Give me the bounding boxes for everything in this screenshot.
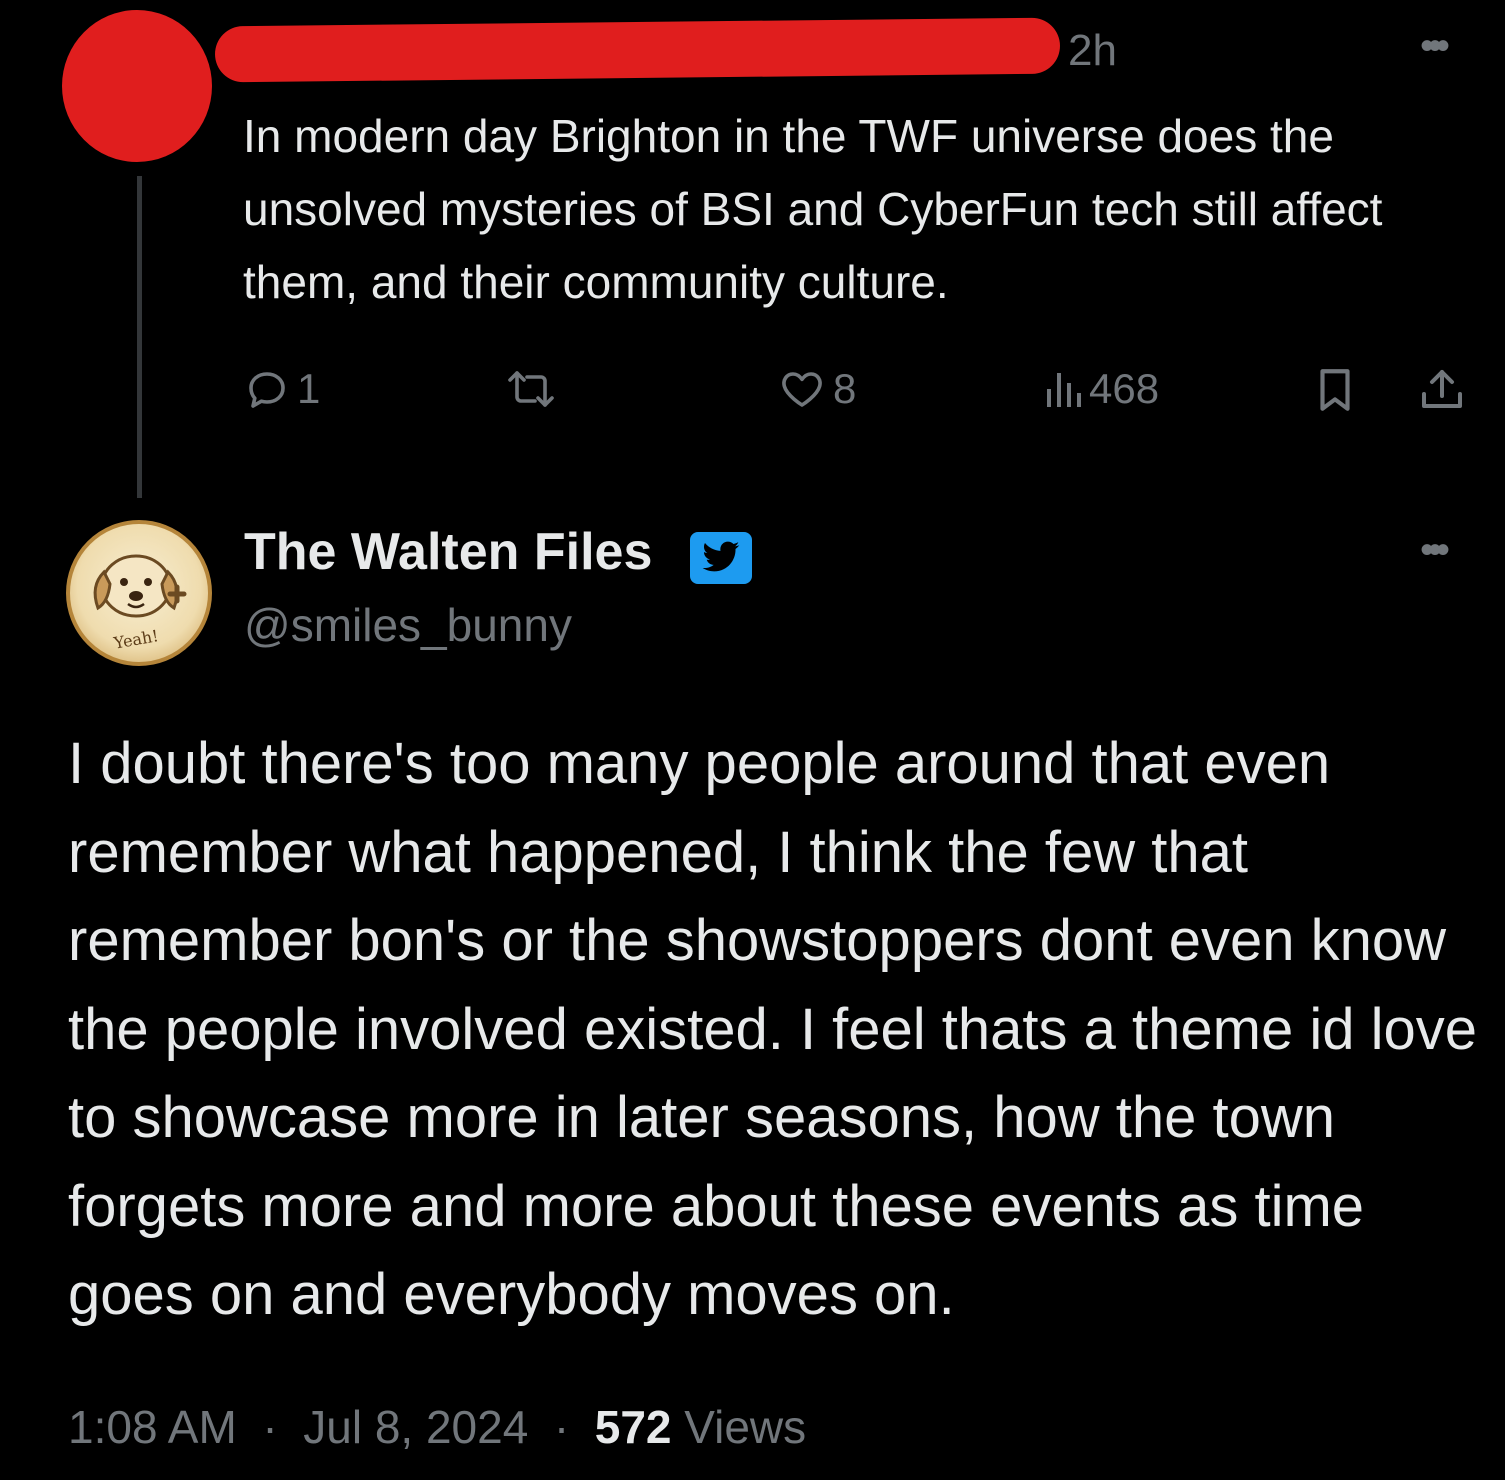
views-count: 468	[1089, 365, 1160, 412]
display-name[interactable]: The Walten Files	[244, 522, 652, 582]
redacted-username	[214, 17, 1061, 83]
tweet-metadata: 1:08 AM · Jul 8, 2024 · 572 Views	[68, 1400, 806, 1454]
twitter-bird-icon	[702, 541, 740, 572]
verified-badge	[690, 532, 752, 584]
separator-dot: ·	[541, 1401, 582, 1453]
retweet-icon	[508, 371, 554, 407]
more-options-icon[interactable]: •••	[1420, 530, 1450, 570]
tweet-time[interactable]: 1:08 AM	[68, 1401, 237, 1453]
like-count: 8	[833, 365, 857, 412]
thread-connector-line	[137, 176, 142, 498]
avatar[interactable]: Yeah!	[66, 520, 212, 666]
redacted-avatar[interactable]	[62, 10, 212, 162]
main-tweet-text: I doubt there's too many people around t…	[68, 731, 1477, 1327]
parent-tweet-text: In modern day Brighton in the TWF univer…	[243, 110, 1383, 308]
analytics-icon	[1047, 373, 1081, 407]
tweet-date[interactable]: Jul 8, 2024	[303, 1401, 528, 1453]
tweet-time[interactable]: 2h	[1068, 26, 1117, 76]
more-options-icon[interactable]: •••	[1420, 26, 1450, 66]
bookmark-button[interactable]	[1313, 365, 1357, 415]
tweet-action-bar: 1 8 468	[243, 365, 1483, 435]
reply-icon	[249, 372, 285, 408]
heart-icon	[782, 372, 822, 407]
views-button[interactable]: 468	[1043, 365, 1159, 413]
share-button[interactable]	[1418, 365, 1466, 415]
retweet-button[interactable]	[505, 365, 563, 413]
reply-count: 1	[297, 365, 321, 412]
bookmark-icon	[1320, 369, 1350, 411]
dog-avatar-illustration: Yeah!	[93, 554, 187, 653]
reply-button[interactable]: 1	[243, 365, 320, 413]
avatar-caption: Yeah!	[111, 626, 160, 653]
separator-dot: ·	[249, 1401, 291, 1453]
views-label[interactable]: Views	[684, 1401, 806, 1453]
like-button[interactable]: 8	[777, 365, 856, 413]
share-icon	[1422, 370, 1462, 408]
user-handle[interactable]: @smiles_bunny	[244, 598, 572, 652]
views-count[interactable]: 572	[595, 1401, 672, 1453]
